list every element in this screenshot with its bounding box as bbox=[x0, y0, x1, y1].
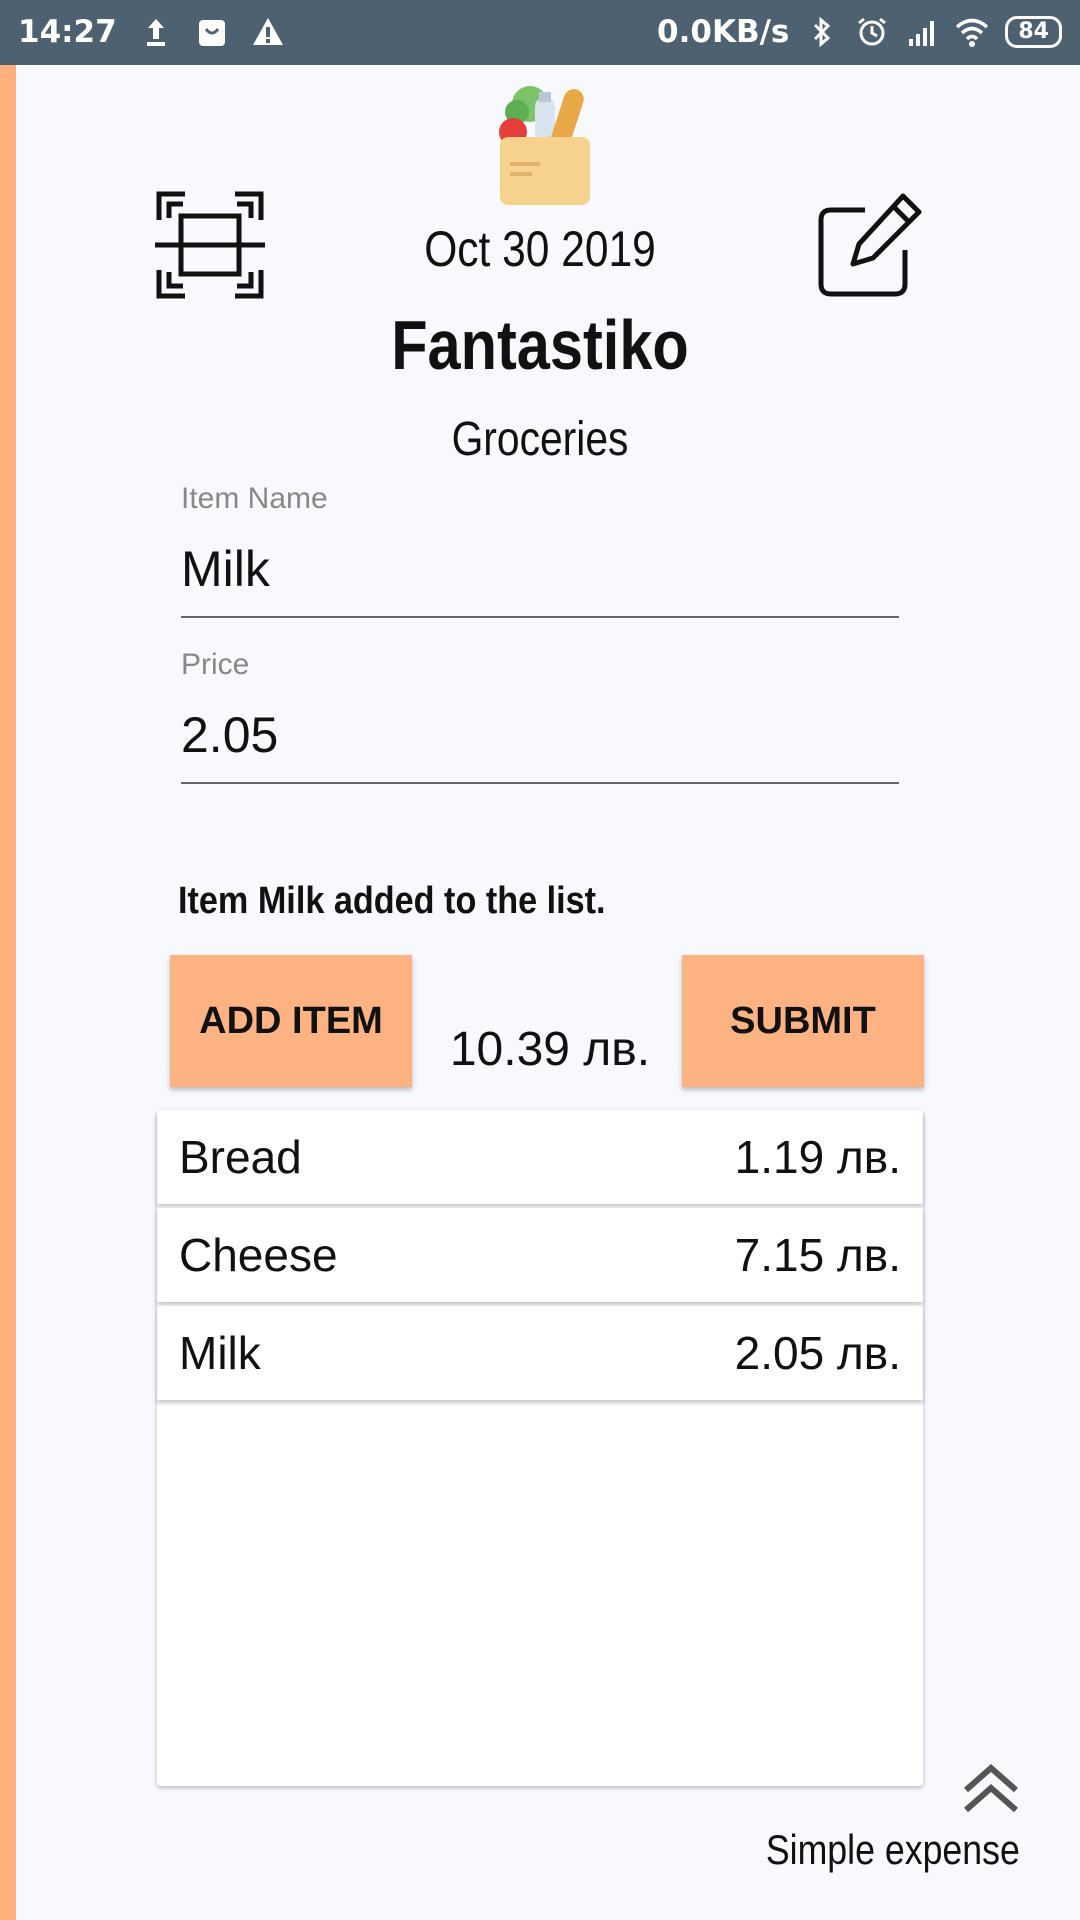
app-name-label: Simple expense bbox=[765, 1826, 1020, 1873]
price-input[interactable]: 2.05 bbox=[181, 688, 899, 784]
upload-icon bbox=[146, 19, 165, 46]
item-price: 1.19 лв. bbox=[734, 1131, 901, 1183]
list-item[interactable]: Milk 2.05 лв. bbox=[157, 1306, 923, 1400]
store-name: Fantastiko bbox=[391, 306, 689, 384]
signal-icon bbox=[909, 21, 935, 46]
warning-icon bbox=[252, 18, 283, 45]
list-item[interactable]: Cheese 7.15 лв. bbox=[157, 1208, 923, 1302]
category-label: Groceries bbox=[451, 413, 629, 466]
price-label: Price bbox=[181, 648, 250, 681]
item-name: Cheese bbox=[179, 1229, 338, 1281]
item-name: Bread bbox=[179, 1131, 302, 1183]
item-name-input[interactable]: Milk bbox=[181, 522, 899, 618]
alarm-icon bbox=[858, 17, 887, 46]
grocery-bag-icon bbox=[499, 86, 590, 205]
item-name-field[interactable]: Item Name Milk bbox=[181, 482, 899, 618]
bag-icon bbox=[198, 20, 225, 46]
submit-button[interactable]: SUBMIT bbox=[682, 955, 924, 1087]
item-price: 2.05 лв. bbox=[734, 1327, 901, 1379]
accent-strip bbox=[0, 65, 16, 1920]
wifi-icon bbox=[956, 18, 989, 47]
item-name-label: Item Name bbox=[181, 482, 328, 515]
status-message: Item Milk added to the list. bbox=[178, 880, 606, 922]
total-amount: 10.39 лв. bbox=[449, 1023, 651, 1076]
receipt-date: Oct 30 2019 bbox=[424, 221, 656, 277]
status-bar: 14:27 0.0KB/s 84 bbox=[0, 0, 1080, 65]
price-field[interactable]: Price 2.05 bbox=[181, 648, 899, 784]
list-item[interactable]: Bread 1.19 лв. bbox=[157, 1110, 923, 1204]
add-item-button[interactable]: ADD ITEM bbox=[170, 955, 412, 1087]
net-speed: 0.0KB/s bbox=[657, 14, 790, 50]
item-list[interactable]: Bread 1.19 лв. Cheese 7.15 лв. Milk 2.05… bbox=[157, 1110, 923, 1786]
battery-icon: 84 bbox=[1005, 16, 1062, 48]
status-left: 14:27 bbox=[18, 14, 285, 50]
double-chevron-up-icon[interactable] bbox=[960, 1760, 1022, 1816]
status-time: 14:27 bbox=[18, 14, 117, 50]
bluetooth-icon bbox=[814, 16, 831, 48]
status-right: 0.0KB/s 84 bbox=[657, 14, 1062, 50]
item-name: Milk bbox=[179, 1327, 261, 1379]
item-price: 7.15 лв. bbox=[734, 1229, 901, 1281]
